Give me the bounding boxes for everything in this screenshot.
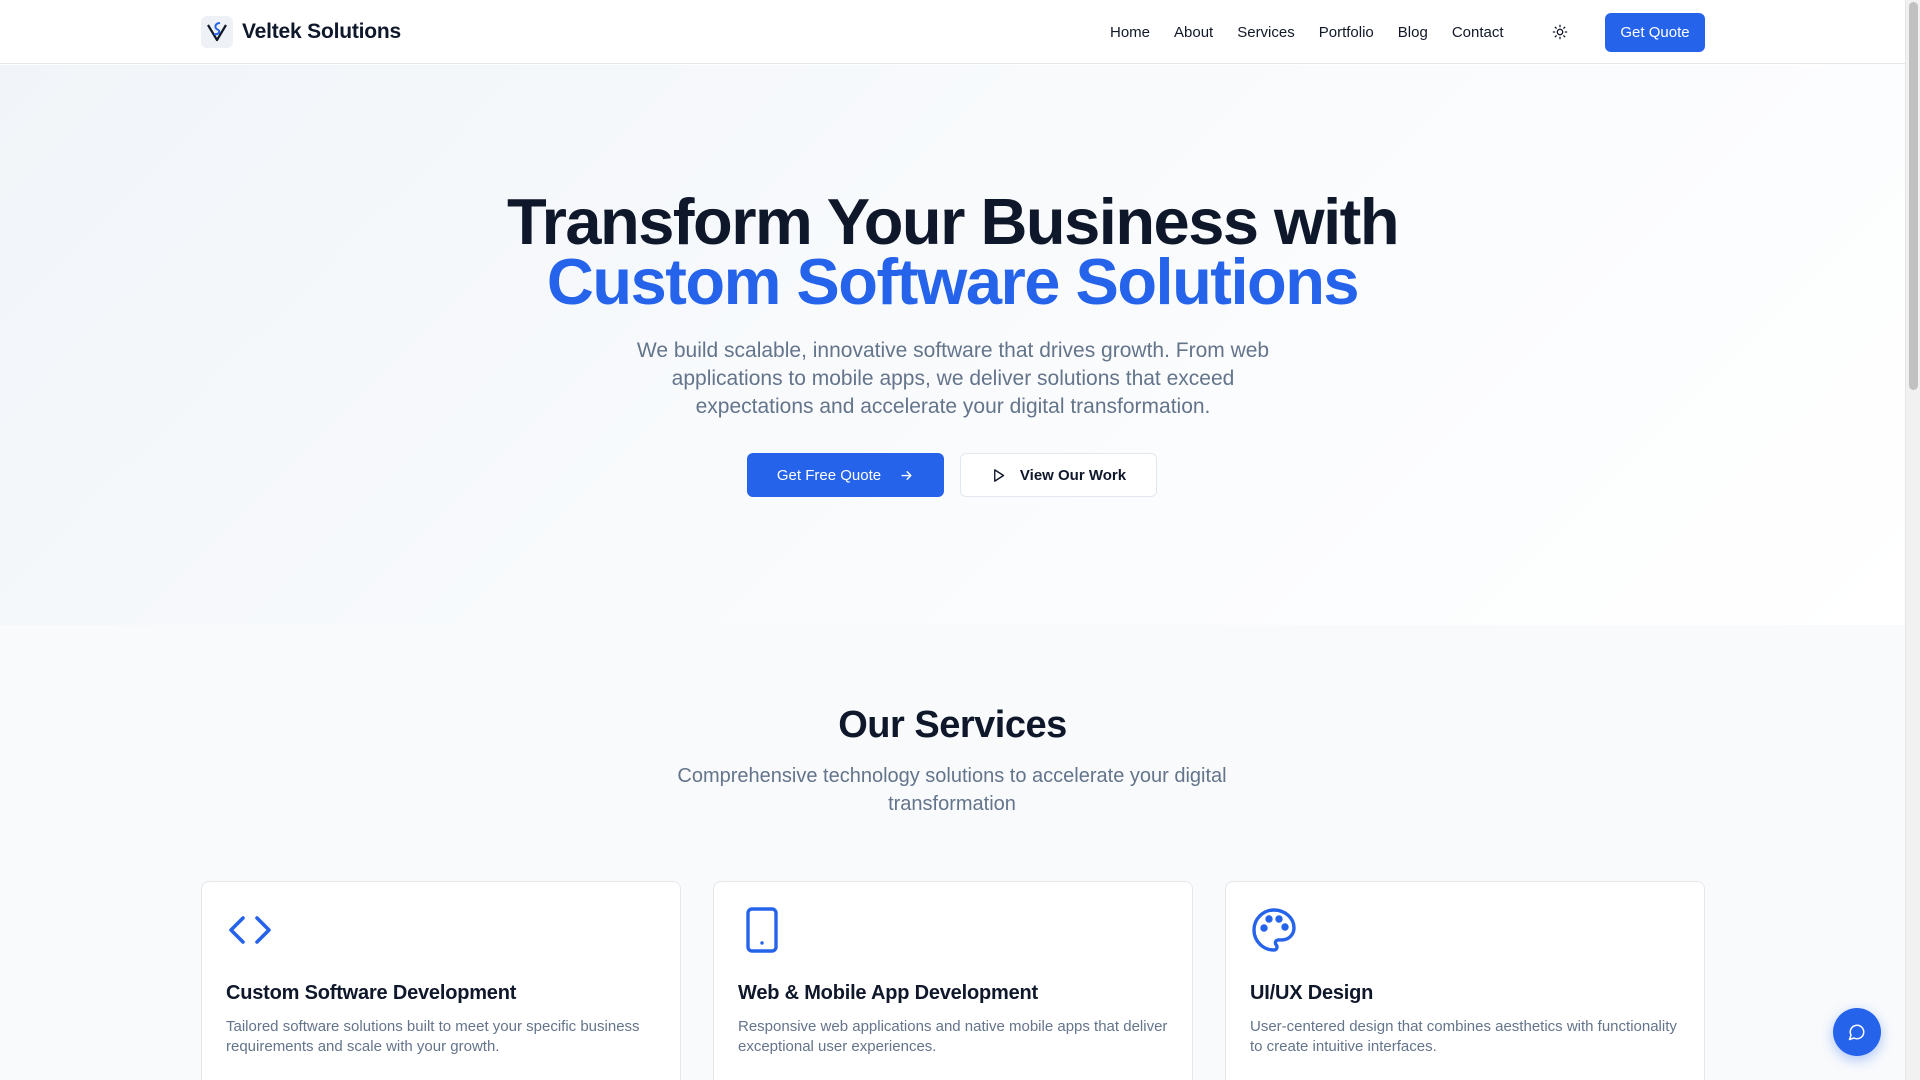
arrow-right-icon [901, 470, 912, 480]
services-subtitle: Comprehensive technology solutions to ac… [677, 765, 1227, 815]
hero-title: Transform Your Business with Custom Soft… [0, 189, 1905, 318]
service-card-title: Custom Software Development [226, 982, 517, 1004]
play-icon [993, 468, 1005, 482]
nav-blog[interactable]: Blog [1398, 24, 1428, 41]
hero-actions: Get Free Quote View Our Work [747, 453, 1157, 497]
nav-home[interactable]: Home [1110, 24, 1150, 41]
service-card-ui-ux[interactable]: UI/UX Design User-centered design that c… [1225, 881, 1705, 1080]
service-card-desc: Tailored software solutions built to mee… [226, 1018, 640, 1055]
service-card-desc: Responsive web applications and native m… [738, 1018, 1168, 1055]
page-scrollbar[interactable] [1905, 0, 1920, 1080]
main-nav: Home About Services Portfolio Blog Conta… [1110, 0, 1504, 64]
site-header: Veltek Solutions Home About Services Por… [0, 0, 1905, 64]
get-quote-button[interactable]: Get Quote [1605, 13, 1705, 52]
message-circle-icon [1848, 1024, 1865, 1041]
sun-icon [1552, 24, 1568, 40]
view-our-work-button[interactable]: View Our Work [960, 453, 1157, 497]
service-card-title: UI/UX Design [1250, 982, 1374, 1004]
theme-toggle-button[interactable] [1546, 18, 1574, 46]
smartphone-icon [746, 907, 778, 953]
page: Veltek Solutions Home About Services Por… [0, 0, 1905, 1080]
nav-portfolio[interactable]: Portfolio [1319, 24, 1374, 41]
palette-icon [1252, 908, 1296, 952]
services-cards: Custom Software Development Tailored sof… [201, 881, 1705, 1080]
get-free-quote-label: Get Free Quote [776, 466, 882, 484]
service-card-custom-software[interactable]: Custom Software Development Tailored sof… [201, 881, 681, 1080]
services-section: Our Services Comprehensive technology so… [0, 625, 1905, 1080]
service-card-web-mobile[interactable]: Web & Mobile App Development Responsive … [713, 881, 1193, 1080]
hero-subtitle: We build scalable, innovative software t… [636, 339, 1270, 418]
scrollbar-thumb[interactable] [1909, 2, 1918, 390]
chat-button[interactable] [1833, 1008, 1881, 1056]
nav-services[interactable]: Services [1237, 24, 1295, 41]
get-free-quote-button[interactable]: Get Free Quote [747, 453, 944, 497]
brand-logo-icon [201, 16, 233, 48]
nav-about[interactable]: About [1174, 24, 1213, 41]
hero-section: Transform Your Business with Custom Soft… [0, 65, 1905, 625]
service-card-desc: User-centered design that combines aesth… [1250, 1018, 1677, 1055]
service-card-title: Web & Mobile App Development [738, 982, 1038, 1004]
view-our-work-label: View Our Work [1019, 466, 1127, 484]
nav-contact[interactable]: Contact [1452, 24, 1504, 41]
services-title: Our Services [838, 704, 1067, 746]
brand[interactable]: Veltek Solutions [201, 15, 401, 49]
brand-name: Veltek Solutions [242, 20, 402, 43]
code-icon [229, 916, 271, 944]
hero-title-line2: Custom Software Solutions [546, 245, 1360, 318]
